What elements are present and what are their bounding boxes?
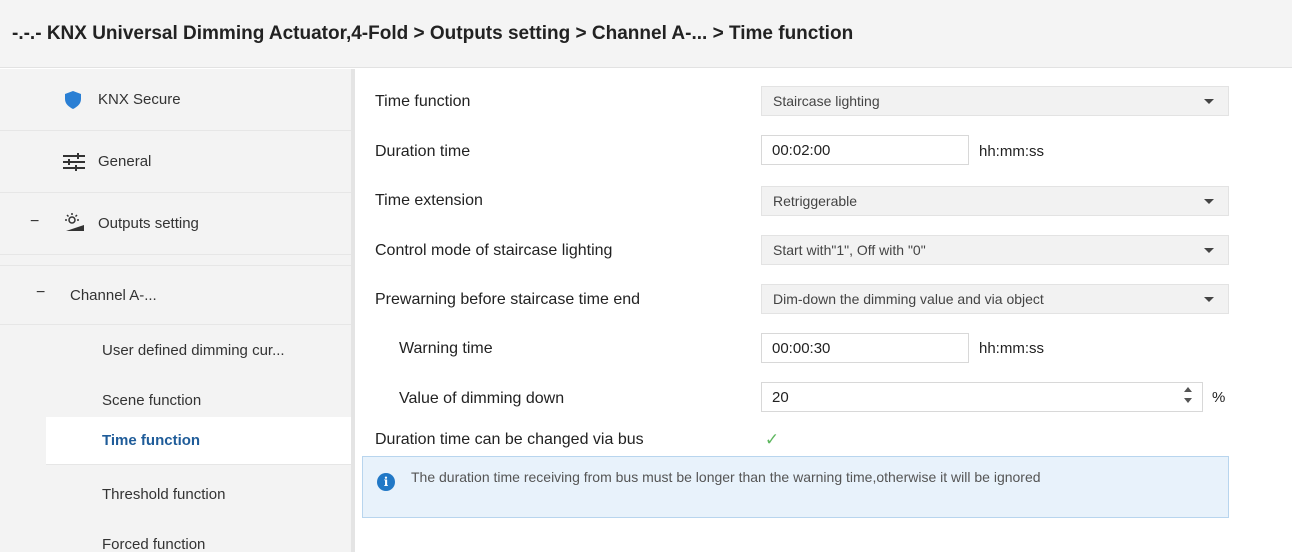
time-extension-label: Time extension xyxy=(375,192,483,209)
select-value: Dim-down the dimming value and via objec… xyxy=(773,291,1044,307)
info-icon: i xyxy=(377,473,395,491)
sidebar-item-forced-function[interactable]: Forced function xyxy=(46,519,351,552)
select-value: Staircase lighting xyxy=(773,93,880,109)
time-function-select[interactable]: Staircase lighting xyxy=(761,86,1229,116)
sidebar-item-time-function[interactable]: Time function xyxy=(46,417,351,465)
time-function-label: Time function xyxy=(375,93,471,110)
duration-time-unit: hh:mm:ss xyxy=(979,143,1045,160)
warning-time-label: Warning time xyxy=(399,340,493,357)
sliders-icon xyxy=(63,153,85,171)
chevron-down-icon xyxy=(1204,99,1214,104)
select-value: Start with"1", Off with "0" xyxy=(773,242,926,258)
time-extension-select[interactable]: Retriggerable xyxy=(761,186,1229,216)
control-mode-select[interactable]: Start with"1", Off with "0" xyxy=(761,235,1229,265)
sidebar-item-label: User defined dimming cur... xyxy=(102,341,285,359)
dimming-down-unit: % xyxy=(1212,389,1226,406)
warning-time-unit: hh:mm:ss xyxy=(979,340,1045,357)
shield-icon xyxy=(65,91,81,109)
collapse-toggle[interactable]: − xyxy=(30,213,39,231)
chevron-down-icon xyxy=(1204,297,1214,302)
dimming-down-input[interactable]: 20 xyxy=(761,382,1203,412)
warning-time-input[interactable]: 00:00:30 xyxy=(761,333,969,363)
sidebar-item-outputs-setting[interactable]: − Outputs setting xyxy=(0,193,351,255)
sidebar-item-label: Outputs setting xyxy=(98,215,199,232)
dimming-down-label: Value of dimming down xyxy=(399,390,565,407)
prewarning-select[interactable]: Dim-down the dimming value and via objec… xyxy=(761,284,1229,314)
sidebar-item-label: Forced function xyxy=(102,535,206,552)
breadcrumb-text: -.-.- KNX Universal Dimming Actuator,4-F… xyxy=(12,22,854,44)
duration-time-label: Duration time xyxy=(375,143,471,160)
bus-change-label: Duration time can be changed via bus xyxy=(375,431,644,448)
sidebar: KNX Secure General − Outputs setting − C… xyxy=(0,69,355,552)
dimming-down-stepper[interactable] xyxy=(1182,383,1194,409)
sidebar-item-label: Scene function xyxy=(102,391,202,409)
chevron-down-icon xyxy=(1204,199,1214,204)
input-value: 00:02:00 xyxy=(772,141,831,159)
sidebar-item-channel-a[interactable]: − Channel A-... xyxy=(0,265,351,325)
control-mode-label: Control mode of staircase lighting xyxy=(375,242,613,259)
input-value: 00:00:30 xyxy=(772,339,831,357)
sidebar-item-knx-secure[interactable]: KNX Secure xyxy=(0,69,351,131)
outputs-icon xyxy=(64,213,86,233)
sidebar-item-label: Threshold function xyxy=(102,485,226,503)
spin-down-icon[interactable] xyxy=(1184,398,1192,403)
spin-up-icon[interactable] xyxy=(1184,387,1192,392)
info-text: The duration time receiving from bus mus… xyxy=(411,469,1041,485)
sidebar-item-label: Time function xyxy=(102,432,201,449)
checkmark-icon: ✓ xyxy=(764,430,780,449)
sidebar-item-user-defined-dimming-curve[interactable]: User defined dimming cur... xyxy=(46,325,351,375)
input-value: 20 xyxy=(772,388,789,406)
sidebar-item-threshold-function[interactable]: Threshold function xyxy=(46,469,351,519)
sidebar-item-general[interactable]: General xyxy=(0,131,351,193)
breadcrumb: -.-.- KNX Universal Dimming Actuator,4-F… xyxy=(0,0,1292,68)
select-value: Retriggerable xyxy=(773,193,858,209)
info-notice: i The duration time receiving from bus m… xyxy=(362,456,1229,518)
sidebar-item-label: KNX Secure xyxy=(98,91,181,108)
parameter-panel: Time function Staircase lighting Duratio… xyxy=(359,69,1292,552)
sidebar-item-label: Channel A-... xyxy=(70,286,157,304)
collapse-toggle[interactable]: − xyxy=(36,284,45,302)
chevron-down-icon xyxy=(1204,248,1214,253)
prewarning-label: Prewarning before staircase time end xyxy=(375,291,641,308)
bus-change-checkbox[interactable]: ✓ xyxy=(761,429,783,451)
sidebar-item-label: General xyxy=(98,153,152,170)
duration-time-input[interactable]: 00:02:00 xyxy=(761,135,969,165)
